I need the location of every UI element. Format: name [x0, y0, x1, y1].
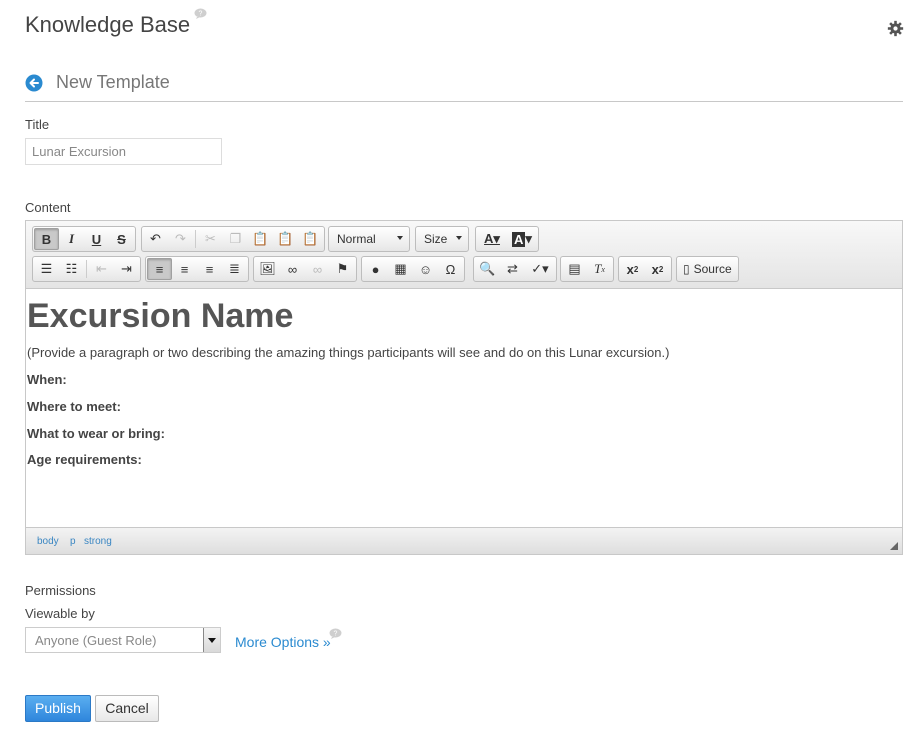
history-clipboard-group: ↶ ↷ ✂ ❐ 📋 📋 📋: [141, 226, 325, 252]
format-tools-group: ▤ Tx: [560, 256, 614, 282]
indent-icon[interactable]: ⇥: [114, 258, 139, 280]
excursion-description: (Provide a paragraph or two describing t…: [27, 345, 670, 360]
title-input[interactable]: [25, 138, 222, 165]
align-center-icon[interactable]: ≡: [172, 258, 197, 280]
paste-text-icon[interactable]: 📋: [273, 228, 298, 250]
source-icon: ▯: [683, 262, 690, 276]
objects-group: ● ▦ ☺ Ω: [361, 256, 465, 282]
svg-text:?: ?: [334, 631, 338, 638]
bulleted-list-icon[interactable]: ☷: [59, 258, 84, 280]
align-group: ≡ ≡ ≡ ≣: [145, 256, 249, 282]
help-icon[interactable]: ?: [329, 628, 342, 639]
separator: [86, 260, 87, 278]
copy-icon[interactable]: ❐: [223, 228, 248, 250]
viewable-by-value: Anyone (Guest Role): [35, 633, 157, 648]
title-label: Title: [25, 117, 50, 132]
help-icon[interactable]: ?: [194, 8, 207, 19]
content-label: Content: [25, 200, 71, 215]
separator: [195, 230, 196, 248]
table-icon[interactable]: ▦: [388, 258, 413, 280]
align-justify-icon[interactable]: ≣: [222, 258, 247, 280]
size-combo-label: Size: [424, 232, 448, 246]
viewable-by-label: Viewable by: [25, 606, 95, 621]
publish-button[interactable]: Publish: [25, 695, 91, 722]
back-arrow-icon[interactable]: [25, 74, 43, 92]
replace-icon[interactable]: ⇄: [500, 258, 525, 280]
element-path-bar: body p strong: [26, 527, 902, 554]
smiley-icon[interactable]: ☺: [413, 258, 438, 280]
cut-icon[interactable]: ✂: [198, 228, 223, 250]
resize-handle[interactable]: [890, 542, 898, 550]
select-all-icon[interactable]: ▤: [562, 258, 587, 280]
basic-styles-group: B I U S: [32, 226, 136, 252]
format-combo[interactable]: Normal: [328, 226, 410, 252]
cancel-button[interactable]: Cancel: [95, 695, 159, 722]
flash-icon[interactable]: ●: [363, 258, 388, 280]
italic-button[interactable]: I: [59, 228, 84, 250]
excursion-heading: Excursion Name: [27, 297, 294, 335]
align-right-icon[interactable]: ≡: [197, 258, 222, 280]
insert-group: 🖼 ∞ ∞ ⚑: [253, 256, 357, 282]
list-group: ☰ ☷ ⇤ ⇥: [32, 256, 141, 282]
background-color-icon[interactable]: A ▾: [507, 228, 537, 250]
rich-text-editor: B I U S ↶ ↷ ✂ ❐ 📋 📋 📋 Normal Size A▾ A▾: [25, 220, 903, 555]
link-icon[interactable]: ∞: [280, 258, 305, 280]
source-button[interactable]: ▯ Source: [676, 256, 739, 282]
bold-button[interactable]: B: [34, 228, 59, 250]
find-icon[interactable]: 🔍: [475, 258, 500, 280]
editor-toolbar: B I U S ↶ ↷ ✂ ❐ 📋 📋 📋 Normal Size A▾ A▾: [26, 221, 902, 289]
strike-button[interactable]: S: [109, 228, 134, 250]
path-crumb[interactable]: body: [37, 536, 59, 547]
size-combo[interactable]: Size: [415, 226, 469, 252]
image-icon[interactable]: 🖼: [255, 258, 280, 280]
align-left-icon[interactable]: ≡: [147, 258, 172, 280]
path-crumb[interactable]: strong: [84, 536, 112, 547]
superscript-icon[interactable]: x2: [645, 258, 670, 280]
field-where: Where to meet:: [27, 399, 121, 414]
path-crumb[interactable]: p: [70, 536, 76, 547]
tools-group: 🔍 ⇄ ✓▾: [473, 256, 557, 282]
gear-icon[interactable]: [887, 20, 904, 37]
paste-icon[interactable]: 📋: [248, 228, 273, 250]
svg-text:?: ?: [199, 11, 203, 18]
viewable-by-select[interactable]: Anyone (Guest Role): [25, 627, 221, 653]
source-label: Source: [693, 262, 732, 276]
field-age: Age requirements:: [27, 452, 142, 467]
field-when: When:: [27, 372, 67, 387]
portlet-title: Knowledge Base: [25, 12, 191, 37]
subscript-icon[interactable]: x2: [620, 258, 645, 280]
anchor-flag-icon[interactable]: ⚑: [330, 258, 355, 280]
undo-icon[interactable]: ↶: [143, 228, 168, 250]
underline-button[interactable]: U: [84, 228, 109, 250]
script-group: x2 x2: [618, 256, 672, 282]
special-char-icon[interactable]: Ω: [438, 258, 463, 280]
permissions-label: Permissions: [25, 583, 96, 598]
chevron-down-icon[interactable]: [203, 628, 220, 652]
field-wear: What to wear or bring:: [27, 426, 165, 441]
unlink-icon[interactable]: ∞: [305, 258, 330, 280]
format-combo-label: Normal: [337, 232, 376, 246]
redo-icon[interactable]: ↷: [168, 228, 193, 250]
chevron-down-icon: [456, 236, 462, 240]
chevron-down-icon: [397, 236, 403, 240]
page-heading: New Template: [56, 72, 170, 92]
outdent-icon[interactable]: ⇤: [89, 258, 114, 280]
text-color-icon[interactable]: A▾: [477, 228, 507, 250]
remove-format-icon[interactable]: Tx: [587, 258, 612, 280]
editor-content-area[interactable]: Excursion Name (Provide a paragraph or t…: [26, 289, 902, 527]
color-group: A▾ A ▾: [475, 226, 539, 252]
spellcheck-icon[interactable]: ✓▾: [525, 258, 555, 280]
paste-word-icon[interactable]: 📋: [298, 228, 323, 250]
more-options-link[interactable]: More Options »: [235, 634, 331, 650]
heading-divider: [25, 101, 903, 102]
numbered-list-icon[interactable]: ☰: [34, 258, 59, 280]
